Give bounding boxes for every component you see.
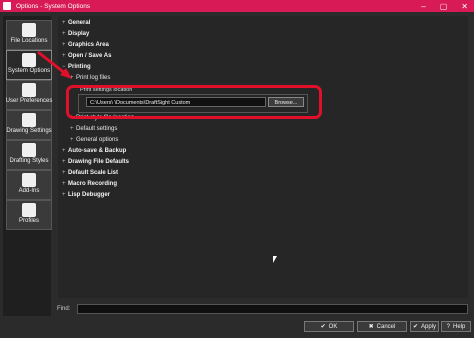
sidebar-item-add-ins[interactable]: Add-Ins	[6, 170, 52, 200]
apply-icon: ✔	[412, 324, 418, 330]
cancel-button[interactable]: ✖ Cancel	[357, 321, 407, 332]
check-icon: ✔	[320, 324, 326, 330]
sidebar-item-label: File Locations	[10, 38, 48, 44]
window-title: Options - System Options	[16, 2, 91, 10]
app-icon	[3, 2, 11, 10]
tree-item-lisp-debugger[interactable]: + Lisp Debugger	[62, 191, 110, 200]
puzzle-icon	[22, 173, 36, 187]
sidebar-item-profiles[interactable]: Profiles	[6, 200, 52, 230]
sidebar: File Locations System Options User Prefe…	[3, 16, 52, 316]
close-button[interactable]: ✕	[461, 2, 468, 11]
style-icon	[22, 143, 36, 157]
sidebar-item-label: Drawing Settings	[6, 128, 52, 134]
tree-item-auto-save-backup[interactable]: + Auto-save & Backup	[62, 147, 126, 156]
options-tree: + General + Display + Graphics Area + Open /…	[58, 16, 468, 298]
tree-item-print-log-files[interactable]: + Print log files	[70, 74, 110, 83]
list-icon	[22, 53, 36, 67]
highlight-annotation-box	[66, 85, 322, 119]
user-gear-icon	[22, 83, 36, 97]
tree-item-general-options[interactable]: + General options	[70, 136, 118, 145]
help-button[interactable]: ? Help	[441, 321, 471, 332]
tree-item-printing[interactable]: − Printing	[62, 63, 91, 72]
sidebar-item-file-locations[interactable]: File Locations	[6, 20, 52, 50]
sidebar-item-drawing-settings[interactable]: Drawing Settings	[6, 110, 52, 140]
mouse-cursor	[273, 256, 277, 263]
tree-item-general[interactable]: + General	[62, 19, 90, 28]
drawing-icon	[22, 113, 36, 127]
ok-button[interactable]: ✔ OK	[304, 321, 354, 332]
minimize-button[interactable]: –	[421, 2, 425, 11]
maximize-button[interactable]: ▢	[440, 2, 448, 11]
sidebar-item-label: Drafting Styles	[9, 158, 49, 164]
tree-item-default-scale-list[interactable]: + Default Scale List	[62, 169, 118, 178]
x-icon: ✖	[368, 324, 374, 330]
profiles-icon	[22, 203, 36, 217]
tree-item-graphics-area[interactable]: + Graphics Area	[62, 41, 109, 50]
tree-item-macro-recording[interactable]: + Macro Recording	[62, 180, 117, 189]
folder-icon	[22, 23, 36, 37]
apply-button[interactable]: ✔ Apply	[410, 321, 439, 332]
sidebar-item-drafting-styles[interactable]: Drafting Styles	[6, 140, 52, 170]
sidebar-item-label: System Options	[7, 68, 51, 74]
tree-item-open-save-as[interactable]: + Open / Save As	[62, 52, 111, 61]
find-label: Find:	[57, 306, 71, 312]
title-bar: Options - System Options – ▢ ✕	[0, 0, 474, 12]
tree-item-default-settings[interactable]: + Default settings	[70, 125, 117, 134]
sidebar-item-system-options[interactable]: System Options	[6, 50, 52, 80]
sidebar-item-label: Profiles	[18, 218, 39, 224]
sidebar-item-label: User Preferences	[5, 98, 53, 104]
sidebar-item-label: Add-Ins	[18, 188, 40, 194]
tree-item-display[interactable]: + Display	[62, 30, 89, 39]
find-input[interactable]	[77, 304, 468, 314]
help-icon: ?	[446, 323, 450, 330]
sidebar-item-user-preferences[interactable]: User Preferences	[6, 80, 52, 110]
tree-item-drawing-file-defaults[interactable]: + Drawing File Defaults	[62, 158, 129, 167]
